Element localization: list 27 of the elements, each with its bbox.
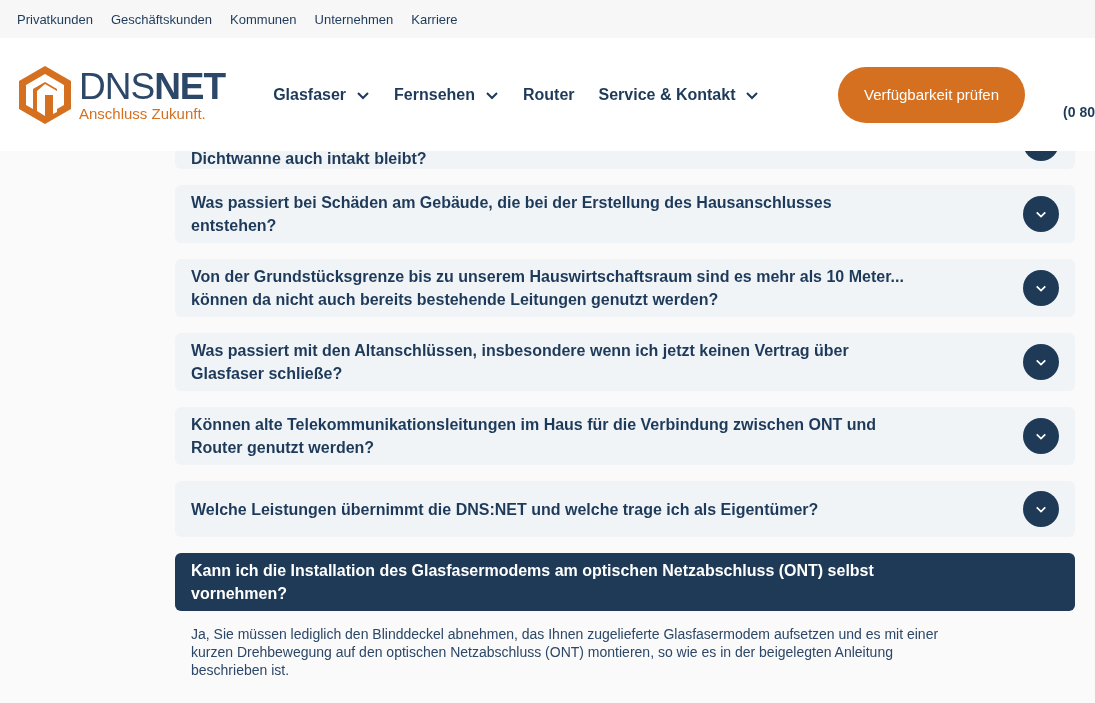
logo-text: DNS [79, 68, 155, 105]
logo-icon [17, 63, 73, 126]
phone-number: (0 80 [1063, 104, 1095, 120]
top-nav-link[interactable]: Geschäftskunden [110, 11, 213, 27]
faq-answer: Ja, Sie müssen lediglich den Blinddeckel abnehmen, das Ihnen zugelieferte Glasfasermodem aufsetzen und es mit einer kurzen Drehbewegung auf den optischen Netzabschluss (ONT) montieren, so wie es in der beigelegten Anleitung beschrieben ist. [190, 625, 940, 679]
faq-item[interactable]: Von der Grundstücksgrenze bis zu unserem Hauswirtschaftsraum sind es mehr als 10 Meter... können da nicht auch bereits bestehende Leitungen genutzt werden? [175, 259, 1075, 317]
expand-button[interactable] [1023, 196, 1059, 232]
top-nav-link[interactable]: Kommunen [230, 11, 297, 27]
main-nav-link[interactable]: Router [523, 85, 575, 104]
main-nav-link[interactable]: Service & Kontakt [598, 85, 760, 104]
top-nav-link[interactable]: Unternehmen [314, 11, 394, 27]
faq-item[interactable]: Dichtwanne auch intakt bleibt? [175, 151, 1075, 169]
expand-button[interactable] [1023, 418, 1059, 454]
expand-button[interactable] [1023, 270, 1059, 306]
faq-item[interactable]: Was passiert bei Schäden am Gebäude, die bei der Erstellung des Hausanschlusses entstehen? [175, 185, 1075, 243]
main-nav-link[interactable]: Glasfaser [273, 85, 371, 104]
main-nav-link[interactable]: Fernsehen [394, 85, 499, 104]
faq-item[interactable]: Kann ich die Installation des Glasfasermodems am optischen Netzabschluss (ONT) selbst vornehmen? [175, 553, 1075, 611]
top-nav-link[interactable]: Karriere [411, 11, 458, 27]
logo-tagline: Anschluss Zukunft. [79, 106, 207, 121]
expand-button[interactable] [1023, 344, 1059, 380]
top-nav-link[interactable]: Privatkunden [17, 11, 93, 27]
expand-button[interactable] [1023, 491, 1059, 527]
faq-item[interactable]: Was passiert mit den Altanschlüssen, insbesondere wenn ich jetzt keinen Vertrag über Glasfaser schließe? [175, 333, 1075, 391]
logo-text: NET [154, 68, 226, 105]
faq-item[interactable]: Welche Leistungen übernimmt die DNS:NET und welche trage ich als Eigentümer? [175, 481, 1075, 537]
faq-item[interactable]: Können alte Telekommunikationsleitungen im Haus für die Verbindung zwischen ONT und Router genutzt werden? [175, 407, 1075, 465]
